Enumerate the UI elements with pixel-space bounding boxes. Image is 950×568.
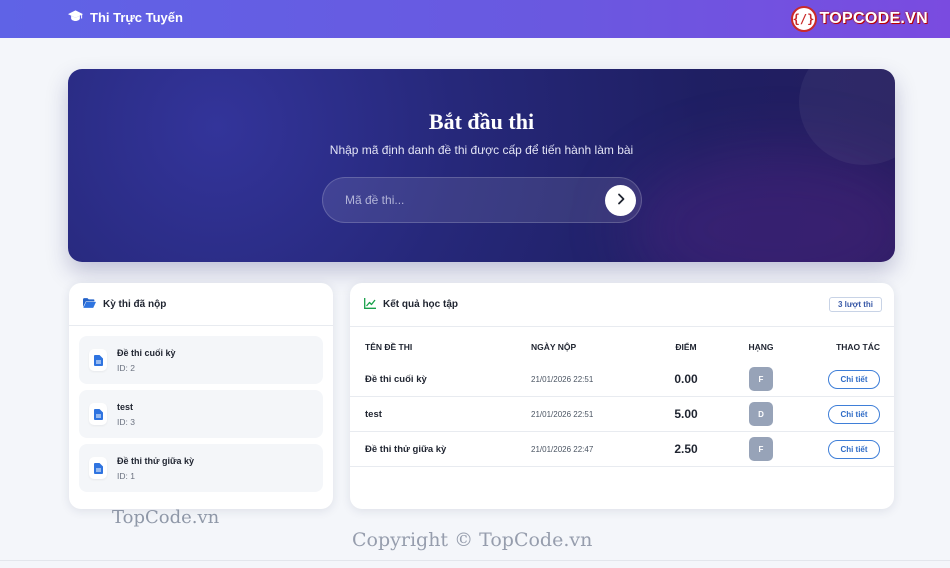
grade-cell: D [721, 402, 801, 426]
document-icon [89, 403, 107, 425]
score-cell: 5.00 [674, 407, 698, 421]
table-row: Đề thi thử giữa kỳ 21/01/2026 22:47 2.50… [350, 432, 894, 467]
column-header: NGÀY NỘP [531, 341, 577, 352]
score-cell: 0.00 [674, 372, 698, 386]
folder-open-icon [83, 297, 96, 311]
exam-name-cell: Đề thi cuối kỳ [365, 373, 427, 385]
grade-cell: F [721, 437, 801, 461]
submit-date-cell: 21/01/2026 22:47 [531, 444, 594, 454]
table-row: test 21/01/2026 22:51 5.00 D Chi tiết [350, 397, 894, 432]
action-cell: Chi tiết [801, 369, 894, 389]
submit-date-cell: 21/01/2026 22:51 [531, 409, 594, 419]
brand-title: Thi Trực Tuyến [90, 10, 183, 25]
exam-name: Đề thi cuối kỳ [117, 347, 176, 358]
grade-badge: D [749, 402, 773, 426]
exam-name-cell: test [365, 408, 382, 420]
submitted-exams-card: Kỳ thi đã nộp Đề thi cuối kỳ ID: 2 test … [69, 283, 333, 509]
list-item[interactable]: Đề thi cuối kỳ ID: 2 [79, 336, 323, 384]
submit-date-cell: 21/01/2026 22:51 [531, 374, 594, 384]
grade-badge: F [749, 437, 773, 461]
hero-subtitle: Nhập mã định danh đề thi được cấp để tiế… [329, 143, 634, 157]
action-cell: Chi tiết [801, 404, 894, 424]
column-header: ĐIỂM [675, 341, 697, 352]
attempt-count-badge: 3 lượt thi [828, 297, 882, 312]
footer-divider [0, 560, 950, 561]
exam-id: ID: 1 [117, 470, 135, 481]
top-navbar: Thi Trực Tuyến {/} TOPCODE.VN [0, 0, 950, 38]
exam-id: ID: 2 [117, 362, 135, 373]
detail-button[interactable]: Chi tiết [828, 404, 880, 424]
line-chart-icon [364, 297, 376, 312]
start-exam-button[interactable] [605, 185, 636, 216]
list-item[interactable]: Đề thi thử giữa kỳ ID: 1 [79, 444, 323, 492]
detail-button[interactable]: Chi tiết [828, 439, 880, 459]
submitted-exams-list: Đề thi cuối kỳ ID: 2 test ID: 3 Đề thi t… [69, 326, 333, 508]
watermark-left: TopCode.vn [112, 507, 220, 528]
score-cell: 2.50 [674, 442, 698, 456]
action-cell: Chi tiết [801, 439, 894, 459]
exam-name: test [117, 401, 134, 412]
detail-button[interactable]: Chi tiết [828, 369, 880, 389]
results-title: Kết quả học tập [383, 299, 459, 310]
topcode-logo: {/} TOPCODE.VN [790, 6, 929, 32]
exam-id: ID: 3 [117, 416, 135, 427]
column-header: THAO TÁC [836, 341, 880, 352]
column-header: TÊN ĐỀ THI [365, 341, 413, 352]
logo-text: TOPCODE.VN [819, 10, 928, 27]
table-row: Đề thi cuối kỳ 21/01/2026 22:51 0.00 F C… [350, 362, 894, 397]
document-icon [89, 349, 107, 371]
results-card: Kết quả học tập 3 lượt thi TÊN ĐỀ THI NG… [350, 283, 894, 509]
logo-mark: {/} [790, 6, 817, 32]
start-exam-hero: Bắt đầu thi Nhập mã định danh đề thi đượ… [68, 69, 895, 262]
exam-name: Đề thi thử giữa kỳ [117, 455, 195, 466]
column-header: HẠNG [748, 341, 774, 352]
exam-name-cell: Đề thi thử giữa kỳ [365, 443, 447, 455]
results-table-header: TÊN ĐỀ THI NGÀY NỘP ĐIỂM HẠNG THAO TÁC [350, 327, 894, 362]
grade-badge: F [749, 367, 773, 391]
submitted-exams-title: Kỳ thi đã nộp [103, 298, 167, 310]
results-header: Kết quả học tập 3 lượt thi [350, 283, 894, 327]
chevron-right-icon [616, 192, 626, 210]
submitted-exams-header: Kỳ thi đã nộp [69, 283, 333, 326]
graduation-cap-icon [68, 10, 83, 25]
list-item[interactable]: test ID: 3 [79, 390, 323, 438]
hero-glow [628, 149, 895, 262]
document-icon [89, 457, 107, 479]
watermark-copyright: Copyright © TopCode.vn [352, 529, 593, 551]
exam-code-input[interactable] [345, 178, 595, 222]
brand[interactable]: Thi Trực Tuyến [68, 10, 183, 25]
grade-cell: F [721, 367, 801, 391]
exam-code-field [322, 177, 642, 223]
hero-title: Bắt đầu thi [428, 109, 535, 134]
